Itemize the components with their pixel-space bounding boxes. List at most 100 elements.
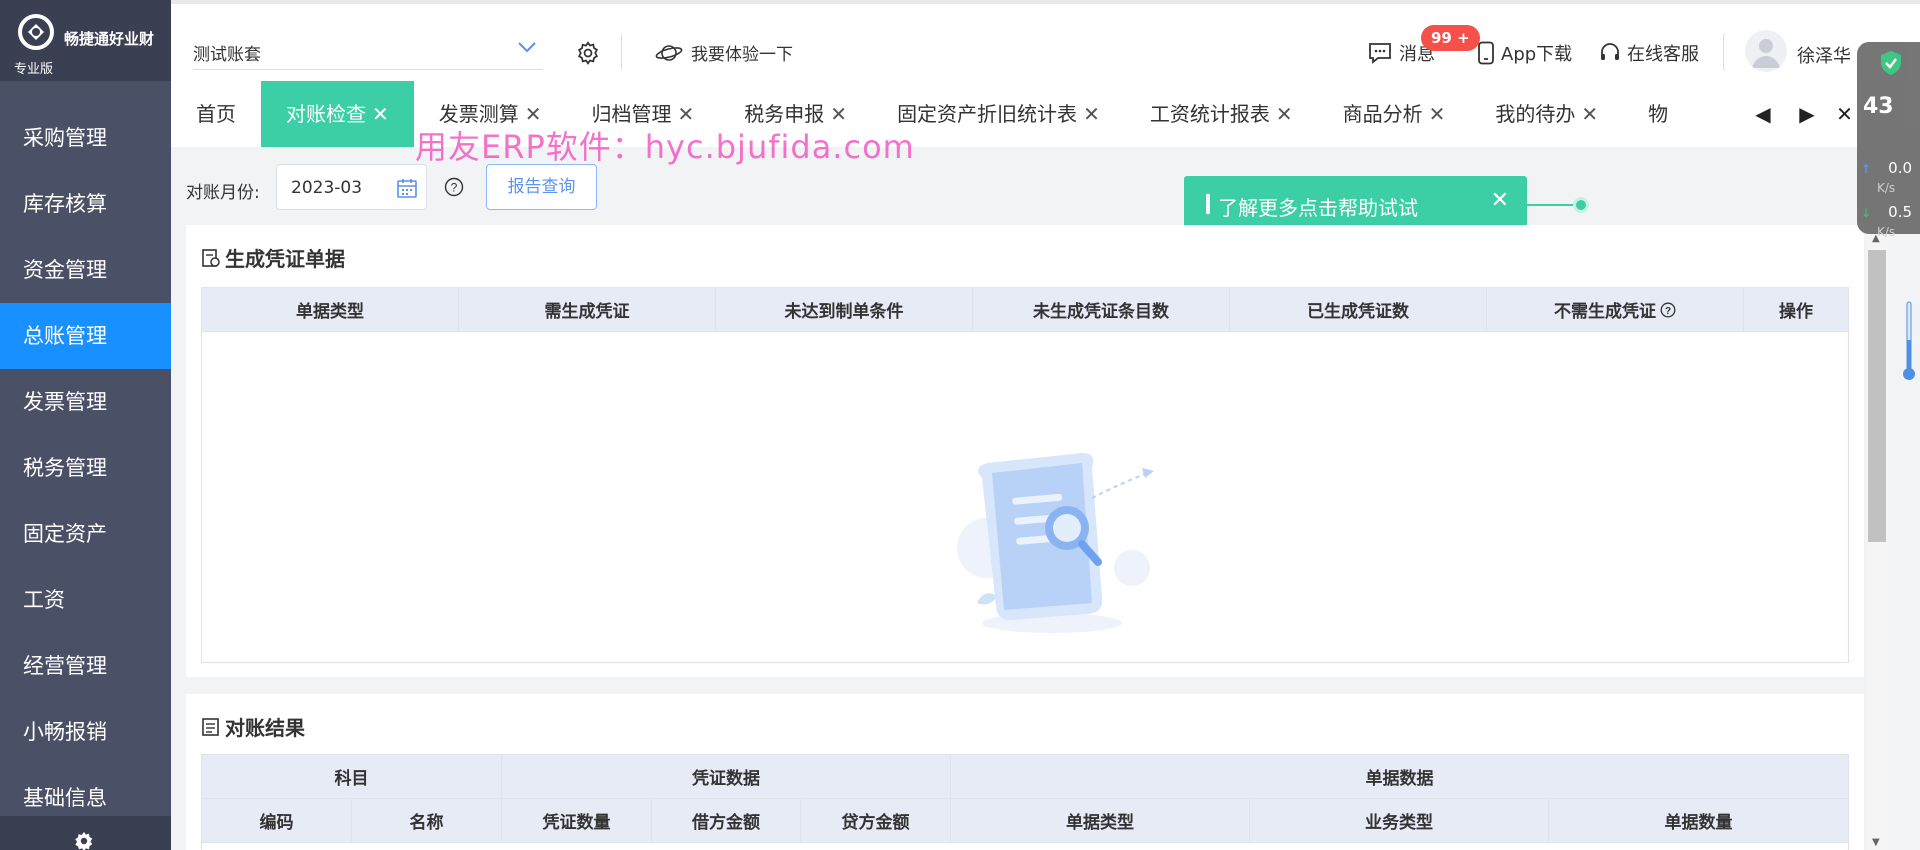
logo-icon [18,14,54,50]
chat-icon [1369,43,1391,64]
close-icon[interactable]: ✕ [1083,81,1100,147]
brand-name: 畅捷通好业财 [64,30,155,48]
col-need-voucher: 需生成凭证 [459,288,716,331]
try-experience-button[interactable]: 我要体验一下 [655,40,793,65]
settings-icon[interactable] [73,830,95,850]
voucher-table: 单据类型 需生成凭证 未达到制单条件 未生成凭证条目数 已生成凭证数 不需生成凭… [201,287,1849,663]
help-icon[interactable]: ? [444,177,464,197]
brand-edition: 专业版 [14,62,54,77]
col-voucher-count: 凭证数量 [502,799,652,842]
tip-connector [1527,204,1577,206]
tip-accent-bar [1206,194,1210,214]
scrollbar-thumb[interactable] [1868,250,1886,542]
close-icon[interactable]: ✕ [1276,81,1293,147]
result-title-text: 对账结果 [225,716,305,740]
chevron-down-icon [518,42,536,53]
close-icon[interactable]: ✕ [1491,188,1509,213]
app-download-button[interactable]: App下载 [1477,40,1572,66]
sidebar-item-funds[interactable]: 资金管理 [0,237,171,303]
sidebar-item-payroll[interactable]: 工资 [0,567,171,633]
sidebar-item-tax[interactable]: 税务管理 [0,435,171,501]
month-label: 对账月份: [186,183,260,203]
sidebar: 畅捷通好业财 专业版 采购管理 库存核算 资金管理 总账管理 发票管理 税务管理… [0,0,171,850]
sidebar-footer [0,816,171,850]
document-icon [202,248,220,267]
result-panel: 对账结果 科目 凭证数据 单据数据 编码 名称 凭证数量 借方金额 贷方金额 单… [186,694,1864,850]
table-icon [202,717,219,736]
month-value: 2023-03 [291,178,363,198]
download-speed: ↓ 0.5 K/s [1861,202,1912,240]
tab-payroll-report[interactable]: 工资统计报表 ✕ [1125,81,1318,147]
sidebar-item-inventory[interactable]: 库存核算 [0,171,171,237]
svg-text:?: ? [1665,305,1671,316]
tab-my-todos[interactable]: 我的待办 ✕ [1470,81,1623,147]
result-column-header: 编码 名称 凭证数量 借方金额 贷方金额 单据类型 业务类型 单据数量 [202,799,1848,843]
tip-text: 了解更多点击帮助试试 [1218,196,1418,220]
tab-reconciliation-check[interactable]: 对账检查 ✕ [261,81,414,147]
close-icon[interactable]: ✕ [1581,81,1598,147]
tab-label: 对账检查 [286,102,366,126]
app-download-label: App下载 [1501,44,1573,65]
result-panel-title: 对账结果 [201,712,305,741]
voucher-table-header: 单据类型 需生成凭证 未达到制单条件 未生成凭证条目数 已生成凭证数 不需生成凭… [202,288,1848,332]
header-divider [621,34,622,70]
month-picker[interactable]: 2023-03 [276,164,427,210]
col-code: 编码 [202,799,352,842]
group-voucher-data: 凭证数据 [502,755,951,798]
network-speed-widget[interactable]: 43 ↑ 0.0 K/s ↓ 0.5 K/s [1857,42,1920,239]
close-icon[interactable]: ✕ [1429,81,1446,147]
scroll-down-icon[interactable]: ▼ [1872,837,1880,848]
col-credit: 贷方金额 [801,799,951,842]
account-name: 测试账套 [193,45,261,65]
col-no-need: 不需生成凭证 ? [1487,288,1744,331]
tab-home[interactable]: 首页 [171,81,261,147]
try-experience-label: 我要体验一下 [691,45,793,65]
col-doc-type: 单据类型 [202,288,459,331]
logo-area: 畅捷通好业财 专业版 [0,0,171,81]
tip-anchor-dot [1573,197,1589,213]
net-score: 43 [1863,94,1894,119]
shield-icon [1881,51,1901,75]
sidebar-item-operations[interactable]: 经营管理 [0,633,171,699]
tab-scroll-right-icon[interactable]: ▶ [1785,81,1829,147]
tab-label: 首页 [196,102,236,126]
voucher-panel: 生成凭证单据 单据类型 需生成凭证 未达到制单条件 未生成凭证条目数 已生成凭证… [186,225,1864,677]
sidebar-item-invoice[interactable]: 发票管理 [0,369,171,435]
empty-state-illustration [957,453,1154,633]
svg-text:?: ? [451,181,458,195]
close-icon[interactable]: ✕ [372,81,389,147]
user-icon [1752,39,1780,68]
tab-scroll-left-icon[interactable]: ◀ [1741,81,1785,147]
gear-icon[interactable] [575,40,601,66]
group-document-data: 单据数据 [1365,769,1434,789]
help-icon[interactable]: ? [1660,302,1676,318]
account-selector[interactable]: 测试账套 [193,34,543,70]
download-unit: K/s [1877,225,1896,239]
tab-product-analysis[interactable]: 商品分析 ✕ [1318,81,1471,147]
voucher-panel-title: 生成凭证单据 [201,243,345,272]
online-service-button[interactable]: 在线客服 [1599,40,1699,66]
sidebar-item-expense[interactable]: 小畅报销 [0,699,171,765]
col-document-type: 单据类型 [951,799,1250,842]
arrow-down-icon: ↓ [1861,206,1872,220]
username[interactable]: 徐泽华 [1797,42,1851,68]
sidebar-item-general-ledger[interactable]: 总账管理 [0,303,171,369]
upload-unit: K/s [1877,181,1896,195]
tab-label: 固定资产折旧统计表 [897,102,1078,126]
planet-icon [655,44,683,61]
report-query-button[interactable]: 报告查询 [486,164,597,210]
tab-label: 我的待办 [1495,102,1576,126]
avatar[interactable] [1745,30,1787,72]
sidebar-item-fixed-assets[interactable]: 固定资产 [0,501,171,567]
sidebar-item-purchase[interactable]: 采购管理 [0,105,171,171]
app-root: 畅捷通好业财 专业版 采购管理 库存核算 资金管理 总账管理 发票管理 税务管理… [0,0,1920,850]
col-actions: 操作 [1779,302,1813,322]
result-group-header: 科目 凭证数据 单据数据 [202,755,1848,799]
download-value: 0.5 [1888,203,1913,221]
online-service-label: 在线客服 [1627,44,1699,65]
tab-label: 商品分析 [1342,102,1423,126]
tab-list: 首页 对账检查 ✕ 发票测算 ✕ 归档管理 ✕ 税务申报 ✕ 固定资产折旧统计表 ✕ 工资… [171,81,1693,147]
tab-truncated[interactable]: 物 [1623,81,1693,147]
phone-icon [1478,41,1494,65]
close-all-tabs-icon[interactable]: ✕ [1829,81,1860,147]
